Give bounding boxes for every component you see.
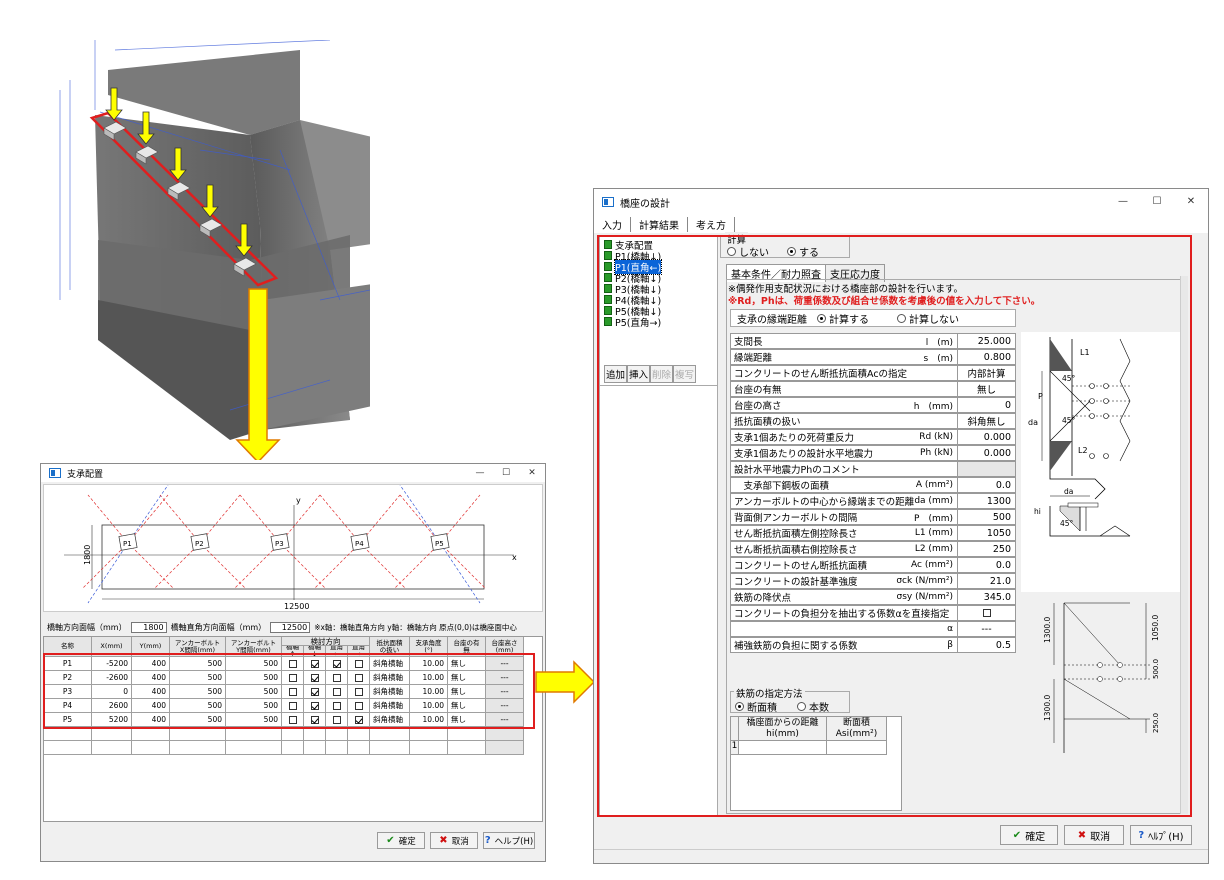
ok-button[interactable]: ✔ 確定: [1000, 825, 1058, 845]
minimize-button[interactable]: —: [467, 464, 493, 482]
empty-cell[interactable]: [348, 727, 370, 741]
empty-cell[interactable]: [44, 727, 92, 741]
group-header-direction: 検討方向: [282, 637, 370, 646]
table-highlight: [43, 653, 535, 729]
x-axis-label: x: [512, 553, 517, 562]
empty-cell[interactable]: [170, 727, 226, 741]
help-button[interactable]: ? ﾍﾙﾌﾟ(H): [1130, 825, 1192, 845]
bearing-label: P3: [275, 540, 284, 548]
window-title: 橋座の設計: [620, 198, 670, 210]
window-icon: [602, 197, 614, 207]
resistance-line: [399, 484, 441, 544]
bridge-seat-design-window: 橋座の設計 — ☐ ✕ 入力 計算結果 考え方 支承配置 P1(橋軸↓) P1(直角…: [593, 188, 1209, 864]
empty-cell[interactable]: [448, 741, 486, 755]
empty-cell[interactable]: [226, 741, 282, 755]
y-axis-label: y: [296, 496, 301, 505]
close-button[interactable]: ✕: [1174, 189, 1208, 215]
question-icon: ?: [484, 835, 491, 846]
empty-cell[interactable]: [282, 727, 304, 741]
bridge-dir-label: 橋軸方向面幅（mm）: [47, 622, 127, 632]
cancel-label: 取消: [451, 836, 469, 847]
empty-cell[interactable]: [170, 741, 226, 755]
empty-cell[interactable]: [282, 741, 304, 755]
empty-cell[interactable]: [326, 741, 348, 755]
check-icon: ✔: [386, 835, 395, 846]
resistance-line: [127, 542, 175, 590]
ok-label: 確定: [398, 836, 416, 847]
empty-cell[interactable]: [486, 741, 524, 755]
empty-cell[interactable]: [132, 727, 170, 741]
maximize-button[interactable]: ☐: [1140, 189, 1174, 215]
help-label: ﾍﾙﾌﾟ(H): [1148, 831, 1184, 843]
empty-cell[interactable]: [448, 727, 486, 741]
menu-results[interactable]: 計算結果: [631, 216, 688, 232]
width-dimension: 12500: [284, 602, 309, 611]
bearing-label: P5: [435, 540, 444, 548]
panel-highlight: [597, 235, 1192, 817]
empty-cell[interactable]: [370, 741, 410, 755]
ok-button[interactable]: ✔ 確定: [377, 832, 425, 849]
empty-cell[interactable]: [226, 727, 282, 741]
minimize-button[interactable]: —: [1106, 189, 1140, 215]
empty-cell[interactable]: [410, 727, 448, 741]
empty-cell[interactable]: [410, 741, 448, 755]
axis-note: ※x軸：橋軸直角方向 y軸：橋軸方向 原点(0,0)は橋座面中心: [314, 622, 517, 632]
height-dimension: 1800: [83, 545, 92, 565]
window-title: 支承配置: [67, 469, 104, 480]
empty-cell[interactable]: [304, 727, 326, 741]
question-icon: ?: [1138, 829, 1145, 841]
cross-icon: ✖: [1077, 829, 1087, 841]
window-icon: [49, 468, 61, 478]
cancel-label: 取消: [1090, 831, 1111, 843]
cross-icon: ✖: [439, 835, 448, 846]
bearing-label: P2: [195, 540, 204, 548]
empty-cell[interactable]: [92, 727, 132, 741]
empty-cell[interactable]: [92, 741, 132, 755]
bridge-dir-input[interactable]: 1800: [130, 621, 167, 633]
params-bar: 橋軸方向面幅（mm） 1800 橋軸直角方向面幅（mm） 12500 ※x軸：橋…: [47, 620, 517, 634]
title-bar: 支承配置 — ☐ ✕: [41, 464, 545, 482]
resistance-line: [279, 542, 327, 590]
bearing-label: P1: [123, 540, 132, 548]
empty-cell[interactable]: [348, 741, 370, 755]
empty-cell[interactable]: [44, 741, 92, 755]
check-icon: ✔: [1012, 829, 1022, 841]
help-label: ヘルプ(H): [494, 836, 534, 847]
close-button[interactable]: ✕: [519, 464, 545, 482]
empty-cell[interactable]: [132, 741, 170, 755]
resistance-line: [439, 542, 481, 604]
menu-input[interactable]: 入力: [594, 216, 631, 232]
bearing-layout-window: 支承配置 — ☐ ✕ x y 12500 1800 P1 P2 P3 P4 P5 橋軸方…: [40, 463, 546, 862]
title-bar: 橋座の設計 — ☐ ✕: [594, 189, 1208, 215]
cancel-button[interactable]: ✖ 取消: [430, 832, 478, 849]
empty-cell[interactable]: [326, 727, 348, 741]
empty-cell[interactable]: [304, 741, 326, 755]
resistance-line: [87, 542, 129, 604]
cancel-button[interactable]: ✖ 取消: [1064, 825, 1124, 845]
status-bar: [594, 849, 1208, 863]
bridge-perp-label: 橋軸直角方向面幅（mm）: [170, 622, 267, 632]
yellow-right-arrow: [535, 660, 596, 704]
resistance-line: [439, 542, 487, 590]
maximize-button[interactable]: ☐: [493, 464, 519, 482]
resistance-line: [199, 542, 247, 590]
empty-cell[interactable]: [370, 727, 410, 741]
menu-method[interactable]: 考え方: [688, 216, 735, 232]
help-button[interactable]: ? ヘルプ(H): [483, 832, 535, 849]
layout-diagram: x y 12500 1800 P1 P2 P3 P4 P5: [43, 484, 543, 612]
resistance-line: [359, 542, 407, 590]
empty-cell[interactable]: [486, 727, 524, 741]
bridge-perp-input[interactable]: 12500: [270, 621, 311, 633]
bearing-label: P4: [355, 540, 364, 548]
menu-bar: 入力 計算結果 考え方: [594, 215, 1208, 233]
ok-label: 確定: [1025, 831, 1046, 843]
abutment-3d-model: [59, 40, 370, 460]
